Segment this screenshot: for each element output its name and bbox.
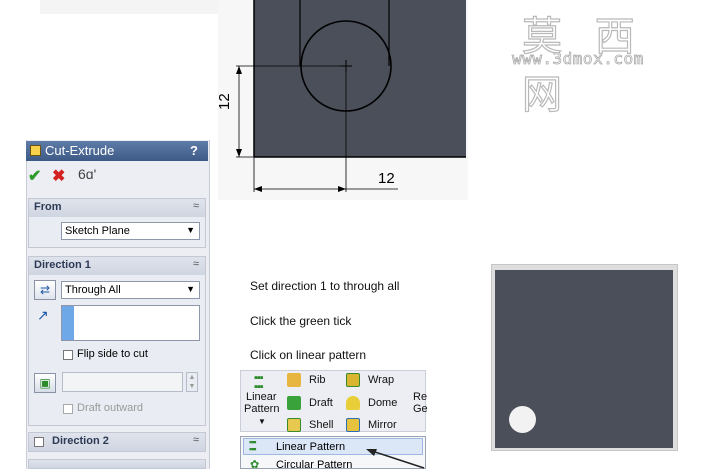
chevron-down-icon: ▼ bbox=[258, 417, 266, 426]
direction2-section-header[interactable]: Direction 2 ≈ bbox=[29, 433, 205, 451]
shell-icon bbox=[287, 418, 301, 432]
wrap-button[interactable]: Wrap bbox=[368, 374, 394, 386]
linear-pattern-label-2: Pattern bbox=[244, 403, 280, 415]
collapse-chevron-icon[interactable]: ≈ bbox=[193, 200, 199, 212]
reverse-direction-icon[interactable]: ⇄ bbox=[34, 280, 56, 300]
start-condition-value: Sketch Plane bbox=[65, 225, 130, 237]
dim-horizontal-label: 12 bbox=[378, 170, 395, 187]
expand-chevron-icon[interactable]: ≈ bbox=[193, 434, 199, 446]
direction1-section-header[interactable]: Direction 1 ≈ bbox=[29, 257, 205, 275]
help-button[interactable]: ? bbox=[190, 143, 198, 158]
linear-pattern-button[interactable]: ▪▪▪ ▪▪▪ Linear Pattern ▼ bbox=[243, 373, 281, 431]
direction-vector-icon: ↗ bbox=[37, 307, 49, 323]
direction2-checkbox[interactable] bbox=[34, 437, 44, 447]
draft-icon bbox=[287, 396, 301, 410]
pointer-arrow bbox=[366, 449, 425, 469]
instruction-step2: Click the green tick bbox=[250, 314, 352, 328]
direction2-label: Direction 2 bbox=[52, 435, 109, 447]
cut-extrude-icon bbox=[30, 145, 41, 156]
collapse-chevron-icon[interactable]: ≈ bbox=[193, 258, 199, 270]
mirror-icon bbox=[346, 418, 360, 432]
direction-selection-box[interactable] bbox=[61, 305, 200, 341]
flip-side-checkbox[interactable] bbox=[63, 350, 73, 360]
watermark-url: www.3dmox.com bbox=[512, 49, 644, 69]
ok-button[interactable]: ✔ bbox=[28, 166, 41, 186]
panel-title: Cut-Extrude bbox=[45, 143, 115, 158]
sketch-drawing bbox=[236, 0, 466, 192]
cut-off-button-label-2: Ge bbox=[413, 403, 428, 415]
draft-angle-input[interactable] bbox=[62, 372, 183, 392]
cut-off-button-label-1: Re bbox=[413, 391, 428, 403]
next-section-header bbox=[28, 459, 206, 469]
draft-outward-label: Draft outward bbox=[77, 402, 144, 414]
menu-item-circular-pattern[interactable]: Circular Pattern bbox=[276, 459, 352, 471]
cancel-button[interactable]: ✖ bbox=[52, 166, 65, 186]
from-section: From ≈ Sketch Plane ▼ bbox=[28, 198, 206, 248]
instruction-step1: Set direction 1 to through all bbox=[250, 279, 400, 293]
draft-angle-spinner[interactable]: ▲ ▼ bbox=[186, 372, 198, 392]
chevron-down-icon: ▼ bbox=[186, 225, 195, 235]
circular-pattern-menu-icon: ✿ bbox=[250, 459, 260, 471]
top-strip bbox=[40, 0, 218, 14]
dim-vertical-label: 12 bbox=[216, 93, 233, 110]
instruction-step3: Click on linear pattern bbox=[250, 348, 367, 362]
linear-pattern-menu-icon: ▪▪▪ ▪▪▪ bbox=[249, 437, 257, 454]
chevron-down-icon: ▼ bbox=[186, 284, 195, 294]
shell-button[interactable]: Shell bbox=[309, 419, 333, 431]
linear-pattern-icon: ▪▪▪ ▪▪▪ bbox=[254, 372, 264, 393]
result-hole bbox=[509, 406, 536, 433]
linear-pattern-label-1: Linear bbox=[246, 391, 277, 403]
detailed-preview-icon[interactable]: 6ɑ' bbox=[78, 166, 96, 182]
from-label: From bbox=[34, 201, 62, 213]
end-condition-value: Through All bbox=[65, 284, 121, 296]
selection-highlight bbox=[62, 306, 74, 340]
dome-button[interactable]: Dome bbox=[368, 397, 397, 409]
start-condition-select[interactable]: Sketch Plane ▼ bbox=[61, 222, 200, 240]
end-condition-select[interactable]: Through All ▼ bbox=[61, 281, 200, 299]
rib-icon bbox=[287, 373, 301, 387]
from-section-header[interactable]: From ≈ bbox=[29, 199, 205, 217]
direction1-label: Direction 1 bbox=[34, 259, 91, 271]
menu-item-linear-pattern[interactable]: Linear Pattern bbox=[276, 441, 345, 453]
draft-button[interactable]: Draft bbox=[309, 397, 333, 409]
draft-on-off-icon[interactable]: ▣ bbox=[34, 373, 56, 393]
dome-icon bbox=[346, 396, 360, 410]
direction2-section: Direction 2 ≈ bbox=[28, 432, 206, 452]
direction1-section: Direction 1 ≈ ⇄ Through All ▼ ↗ Flip sid… bbox=[28, 256, 206, 426]
wrap-icon bbox=[346, 373, 360, 387]
rib-button[interactable]: Rib bbox=[309, 374, 326, 386]
draft-outward-checkbox[interactable] bbox=[63, 404, 73, 414]
flip-side-label: Flip side to cut bbox=[77, 348, 148, 360]
mirror-button[interactable]: Mirror bbox=[368, 419, 397, 431]
